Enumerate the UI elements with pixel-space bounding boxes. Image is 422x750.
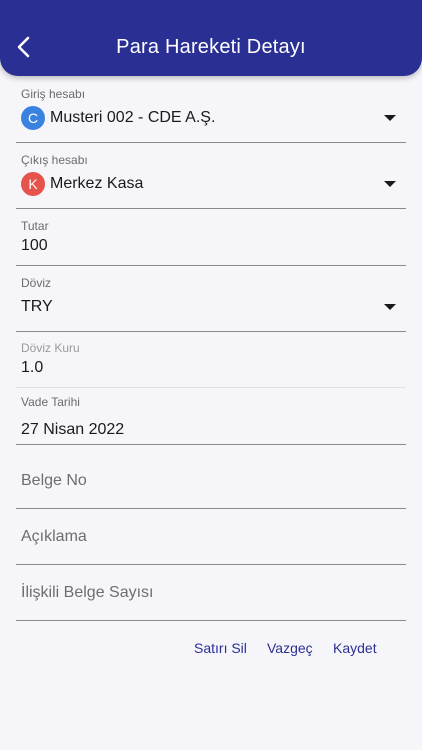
chevron-down-icon [384, 115, 396, 121]
doviz-label: Döviz [21, 276, 52, 290]
delete-row-button[interactable]: Satırı Sil [194, 640, 247, 656]
iliskili-belge-sayisi-input[interactable]: İlişkili Belge Sayısı [16, 571, 406, 621]
cikis-hesabi-label: Çıkış hesabı [21, 153, 88, 167]
cikis-hesabi-avatar: K [21, 172, 45, 196]
doviz-kuru-label: Döviz Kuru [21, 341, 80, 355]
page-title: Para Hareketi Detayı [116, 36, 306, 58]
belge-no-input[interactable]: Belge No [16, 452, 406, 509]
cancel-button[interactable]: Vazgeç [267, 640, 313, 656]
cikis-hesabi-value: Merkez Kasa [50, 175, 144, 192]
giris-hesabi-label: Giriş hesabı [21, 87, 86, 101]
doviz-kuru-field: Döviz Kuru 1.0 [16, 339, 406, 388]
vade-tarihi-label: Vade Tarihi [21, 395, 80, 409]
belge-no-placeholder: Belge No [21, 472, 87, 489]
iliskili-belge-sayisi-placeholder: İlişkili Belge Sayısı [21, 584, 154, 601]
chevron-down-icon [384, 304, 396, 310]
doviz-dropdown[interactable]: Döviz TRY [16, 273, 406, 332]
tutar-input[interactable]: Tutar 100 [16, 216, 406, 266]
giris-hesabi-value: Musteri 002 - CDE A.Ş. [50, 109, 216, 126]
giris-hesabi-avatar: C [21, 106, 45, 130]
tutar-value: 100 [21, 237, 48, 254]
vade-tarihi-input[interactable]: Vade Tarihi 27 Nisan 2022 [16, 394, 406, 445]
doviz-value: TRY [21, 298, 53, 315]
save-button[interactable]: Kaydet [333, 640, 377, 656]
giris-hesabi-dropdown[interactable]: Giriş hesabı C Musteri 002 - CDE A.Ş. [16, 84, 406, 143]
app-bar: Para Hareketi Detayı [0, 0, 422, 76]
cikis-hesabi-dropdown[interactable]: Çıkış hesabı K Merkez Kasa [16, 150, 406, 209]
vade-tarihi-value: 27 Nisan 2022 [21, 421, 125, 438]
chevron-down-icon [384, 181, 396, 187]
doviz-kuru-value: 1.0 [21, 359, 44, 376]
aciklama-placeholder: Açıklama [21, 528, 87, 545]
aciklama-input[interactable]: Açıklama [16, 515, 406, 565]
tutar-label: Tutar [21, 219, 49, 233]
